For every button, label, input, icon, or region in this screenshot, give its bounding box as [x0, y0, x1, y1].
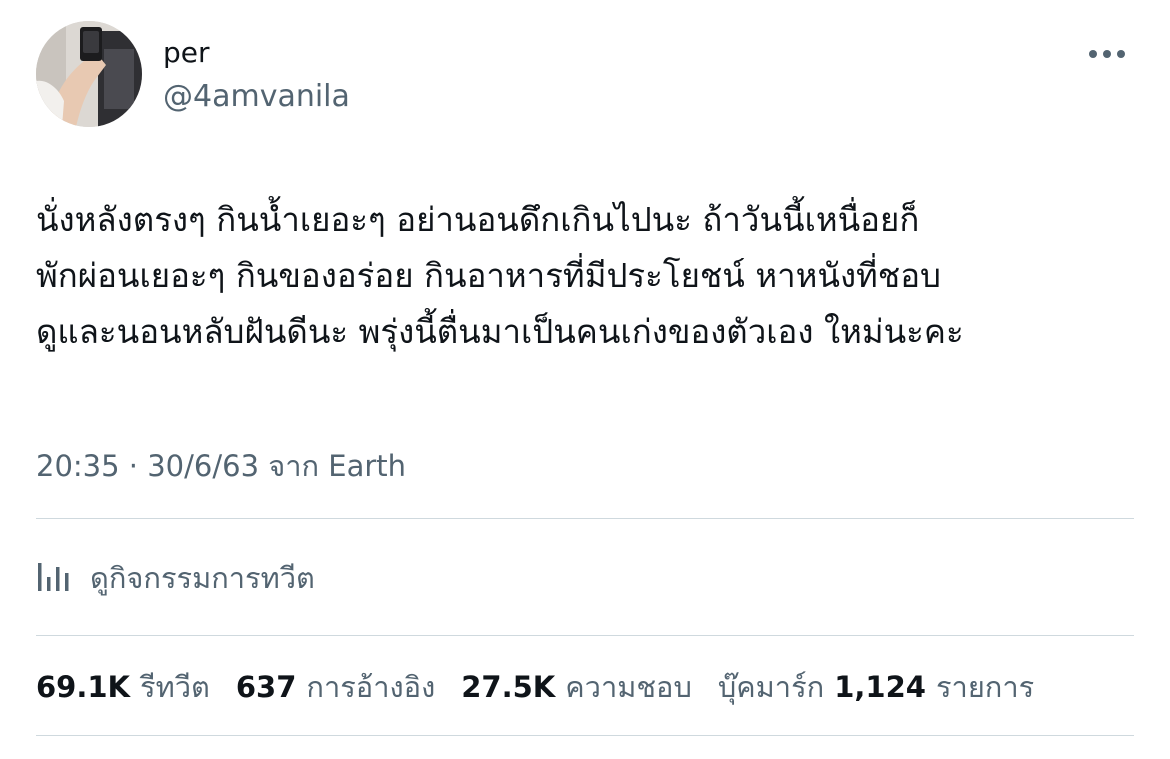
more-options-button[interactable] [1080, 36, 1134, 72]
avatar[interactable] [36, 21, 142, 127]
retweets-label: รีทวีต [140, 670, 210, 704]
bar-chart-icon [36, 559, 74, 597]
quotes-label: การอ้างอิง [306, 670, 436, 704]
divider [36, 735, 1134, 736]
divider [36, 635, 1134, 636]
more-horizontal-icon [1089, 50, 1125, 58]
tweet-stats: 69.1K รีทวีต 637 การอ้างอิง 27.5K ความชอ… [36, 662, 1034, 712]
quotes-count: 637 [235, 670, 297, 704]
retweets-stat[interactable]: 69.1K รีทวีต [36, 664, 210, 710]
tweet-text-line: นั่งหลังตรงๆ กินน้ำเยอะๆ อย่านอนดึกเกินไ… [36, 200, 920, 239]
analytics-label: ดูกิจกรรมการทวีต [90, 561, 315, 595]
bookmarks-prefix: บุ๊คมาร์ก [717, 670, 825, 704]
tweet: per @4amvanila นั่งหลังตรงๆ กินน้ำเยอะๆ … [0, 0, 1170, 759]
tweet-timestamp[interactable]: 20:35 · 30/6/63 จาก Earth [36, 444, 406, 488]
likes-stat[interactable]: 27.5K ความชอบ [461, 664, 692, 710]
bookmarks-count: 1,124 [834, 670, 926, 704]
view-tweet-activity-link[interactable]: ดูกิจกรรมการทวีต [36, 550, 315, 606]
likes-label: ความชอบ [565, 670, 692, 704]
quotes-stat[interactable]: 637 การอ้างอิง [236, 664, 435, 710]
tweet-text-line: พักผ่อนเยอะๆ กินของอร่อย กินอาหารที่มีปร… [36, 256, 941, 295]
bookmarks-stat[interactable]: บุ๊คมาร์ก 1,124 รายการ [718, 664, 1034, 710]
avatar-image [36, 21, 142, 127]
divider [36, 518, 1134, 519]
bookmarks-label: รายการ [935, 670, 1035, 704]
retweets-count: 69.1K [36, 670, 131, 704]
tweet-text: นั่งหลังตรงๆ กินน้ำเยอะๆ อย่านอนดึกเกินไ… [36, 192, 1136, 360]
likes-count: 27.5K [461, 670, 556, 704]
user-handle[interactable]: @4amvanila [163, 77, 350, 117]
display-name[interactable]: per [163, 33, 210, 73]
tweet-text-line: ดูและนอนหลับฝันดีนะ พรุ่งนี้ตื่นมาเป็นคน… [36, 312, 964, 351]
